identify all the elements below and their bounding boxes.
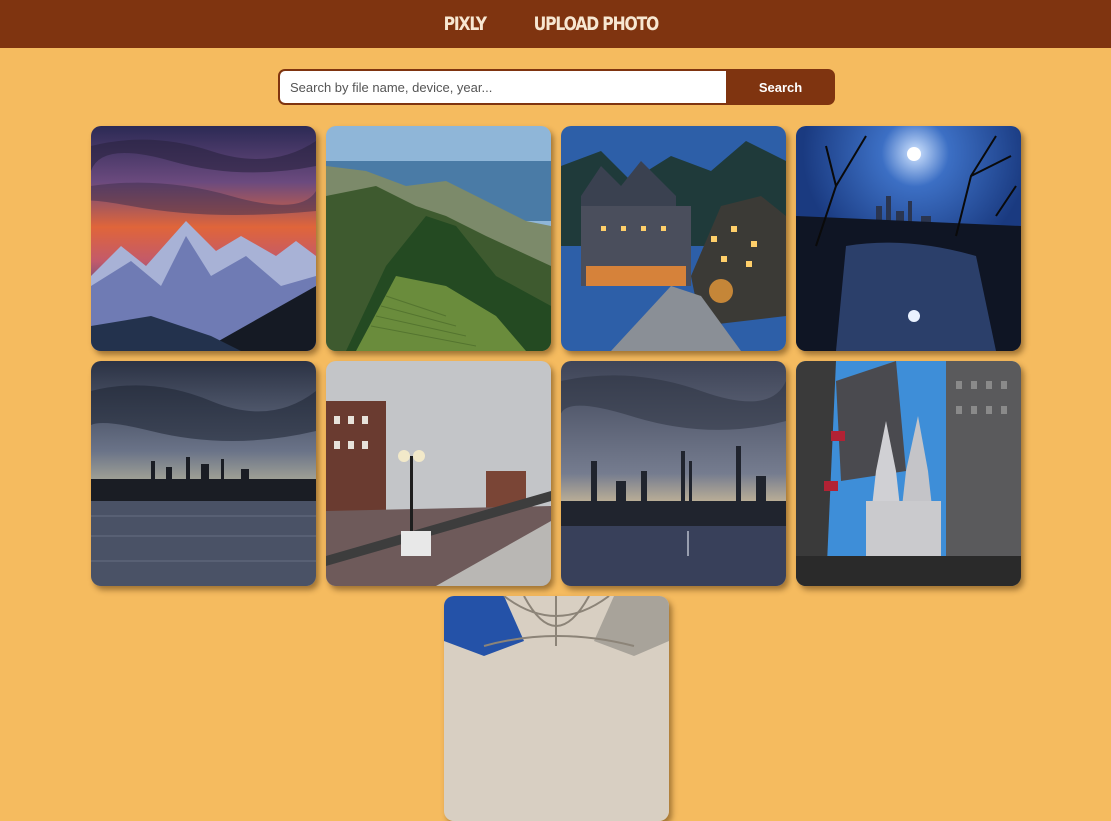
photo-card[interactable] xyxy=(561,361,786,586)
photo-image xyxy=(91,126,316,351)
photo-card[interactable] xyxy=(561,126,786,351)
photo-card[interactable] xyxy=(91,361,316,586)
photo-image xyxy=(444,596,669,821)
upload-photo-link[interactable]: UPLOAD PHOTO xyxy=(534,13,660,35)
search-button[interactable]: Search xyxy=(726,69,835,105)
navbar: PIXLY UPLOAD PHOTO xyxy=(0,0,1111,48)
photo-card[interactable] xyxy=(326,126,551,351)
search-input[interactable] xyxy=(278,69,726,105)
search-form: Search xyxy=(278,69,835,105)
photo-image xyxy=(91,361,316,586)
photo-image xyxy=(561,361,786,586)
photo-image xyxy=(796,361,1021,586)
photo-card[interactable] xyxy=(326,361,551,586)
photo-card[interactable] xyxy=(796,361,1021,586)
photo-card[interactable] xyxy=(796,126,1021,351)
photo-image xyxy=(326,361,551,586)
photo-image xyxy=(796,126,1021,351)
photo-image xyxy=(561,126,786,351)
photo-card[interactable] xyxy=(91,126,316,351)
photo-image xyxy=(326,126,551,351)
brand-link[interactable]: PIXLY xyxy=(443,13,486,35)
photo-card[interactable] xyxy=(444,596,669,821)
